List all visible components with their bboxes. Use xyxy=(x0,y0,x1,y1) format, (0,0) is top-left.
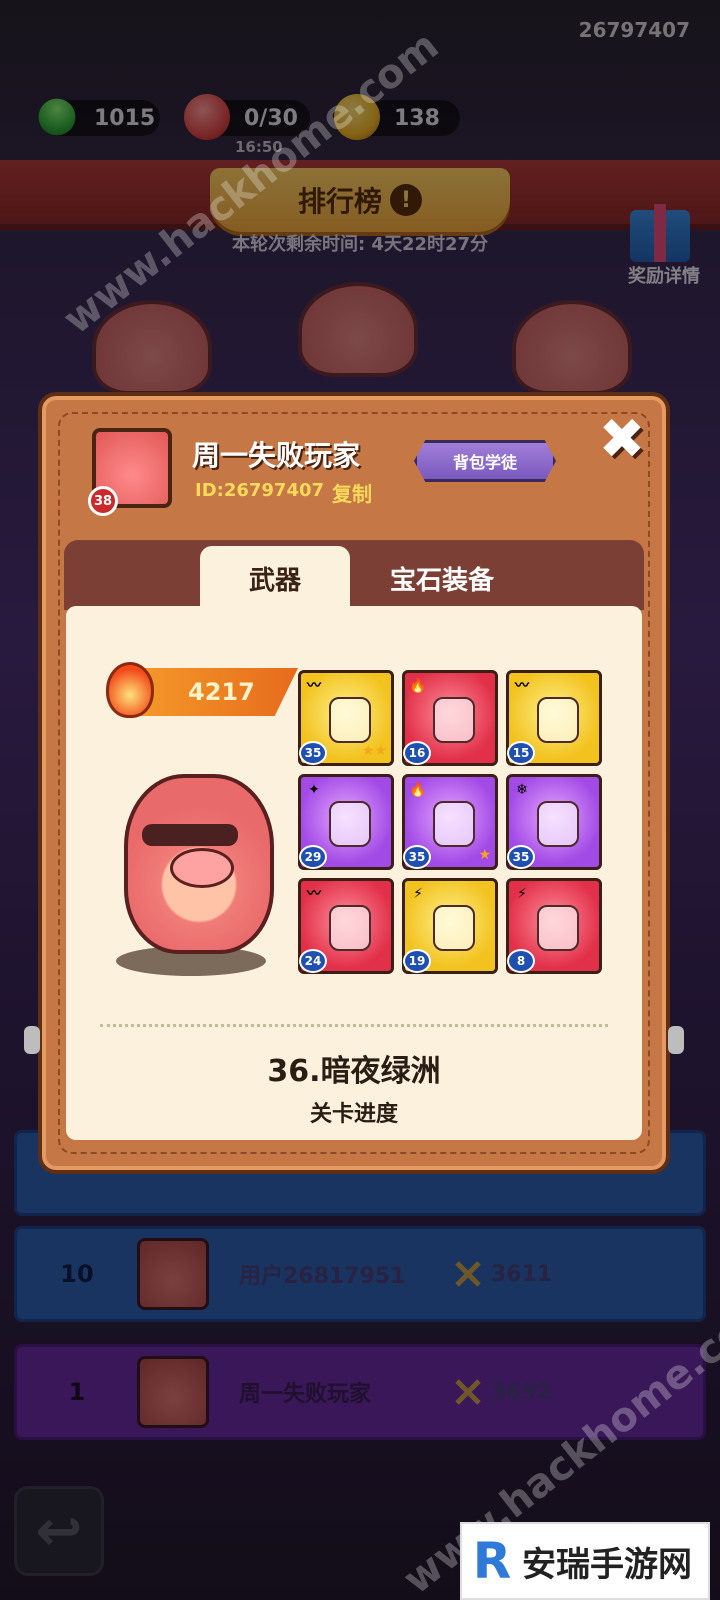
ice-element-icon: ❄ xyxy=(516,782,528,798)
level-badge: 38 xyxy=(88,486,118,516)
player-id: ID:26797407 xyxy=(195,480,325,501)
power-value: 4217 xyxy=(132,668,298,716)
weapon-level: 15 xyxy=(507,741,535,765)
weapon-icon xyxy=(329,697,371,743)
weapon-level: 8 xyxy=(507,949,535,973)
leaderboard-screen: 26797407 1015 0/30 16:50 138 排行榜 ! 本轮次剩余… xyxy=(0,0,720,1600)
weapon-slot[interactable]: 🔥 16 xyxy=(402,670,498,766)
weapon-slot[interactable]: ❄ 35 xyxy=(506,774,602,870)
site-logo: R 安瑞手游网 xyxy=(460,1522,710,1600)
weapon-level: 16 xyxy=(403,741,431,765)
weapon-level: 19 xyxy=(403,949,431,973)
weapon-icon xyxy=(537,905,579,951)
logo-letter: R xyxy=(472,1532,512,1590)
wind-element-icon: 〰 xyxy=(515,678,529,694)
logo-text: 安瑞手游网 xyxy=(522,1544,692,1585)
light-element-icon: ✦ xyxy=(308,782,320,798)
weapon-icon xyxy=(537,697,579,743)
stage-progress-label: 关卡进度 xyxy=(309,1102,398,1127)
weapon-slot[interactable]: 〰 24 xyxy=(298,878,394,974)
side-pin xyxy=(24,1026,40,1054)
player-profile-modal: 38 周一失败玩家 ID:26797407 复制 背包学徒 ✖ 武器 宝石装备 … xyxy=(24,392,684,1174)
star-rating: ★ xyxy=(478,847,491,863)
side-pin xyxy=(668,1026,684,1054)
close-icon[interactable]: ✖ xyxy=(596,412,648,468)
weapon-grid: 〰 35 ★★ 🔥 16 〰 15 ✦ 29 🔥 35 ★ ❄ 35 〰 24 ⚡ 19 ⚡ 8 xyxy=(298,670,602,974)
flame-power-icon xyxy=(106,662,154,718)
divider xyxy=(100,1024,608,1027)
thunder-element-icon: ⚡ xyxy=(413,886,423,902)
weapon-level: 24 xyxy=(299,949,327,973)
weapon-icon xyxy=(329,801,371,847)
weapon-level: 35 xyxy=(299,741,327,765)
weapon-icon xyxy=(433,905,475,951)
sunglasses xyxy=(142,824,238,846)
weapon-slot[interactable]: ✦ 29 xyxy=(298,774,394,870)
player-name: 周一失败玩家 xyxy=(192,439,361,472)
weapon-icon xyxy=(433,801,475,847)
weapon-icon xyxy=(537,801,579,847)
weapon-slot[interactable]: ⚡ 8 xyxy=(506,878,602,974)
stage-progress-value: 36.暗夜绿洲 xyxy=(267,1054,441,1089)
weapon-level: 29 xyxy=(299,845,327,869)
weapon-level: 35 xyxy=(403,845,431,869)
tab-gem-equipment[interactable]: 宝石装备 xyxy=(362,546,522,610)
title-badge: 背包学徒 xyxy=(414,440,556,482)
weapon-icon xyxy=(329,905,371,951)
thunder-element-icon: ⚡ xyxy=(517,886,527,902)
weapon-slot[interactable]: 〰 15 xyxy=(506,670,602,766)
weapon-icon xyxy=(433,697,475,743)
player-character xyxy=(106,766,286,976)
weapon-slot[interactable]: ⚡ 19 xyxy=(402,878,498,974)
weapon-slot[interactable]: 🔥 35 ★ xyxy=(402,774,498,870)
weapon-slot[interactable]: 〰 35 ★★ xyxy=(298,670,394,766)
wind-element-icon: 〰 xyxy=(307,678,321,694)
star-rating: ★★ xyxy=(361,743,387,759)
tab-weapons[interactable]: 武器 xyxy=(200,546,350,610)
weapon-level: 35 xyxy=(507,845,535,869)
copy-id-button[interactable]: 复制 xyxy=(332,478,372,507)
fire-element-icon: 🔥 xyxy=(409,678,427,694)
weapons-panel: 4217 〰 35 ★★ 🔥 16 〰 15 ✦ 29 🔥 35 ★ ❄ 35 〰 24 ⚡ 19 ⚡ 8 36.暗夜… xyxy=(66,606,642,1140)
fire-element-icon: 🔥 xyxy=(409,782,427,798)
pig-snout xyxy=(170,848,234,888)
tab-bar xyxy=(64,540,644,610)
wind-element-icon: 〰 xyxy=(307,886,321,902)
